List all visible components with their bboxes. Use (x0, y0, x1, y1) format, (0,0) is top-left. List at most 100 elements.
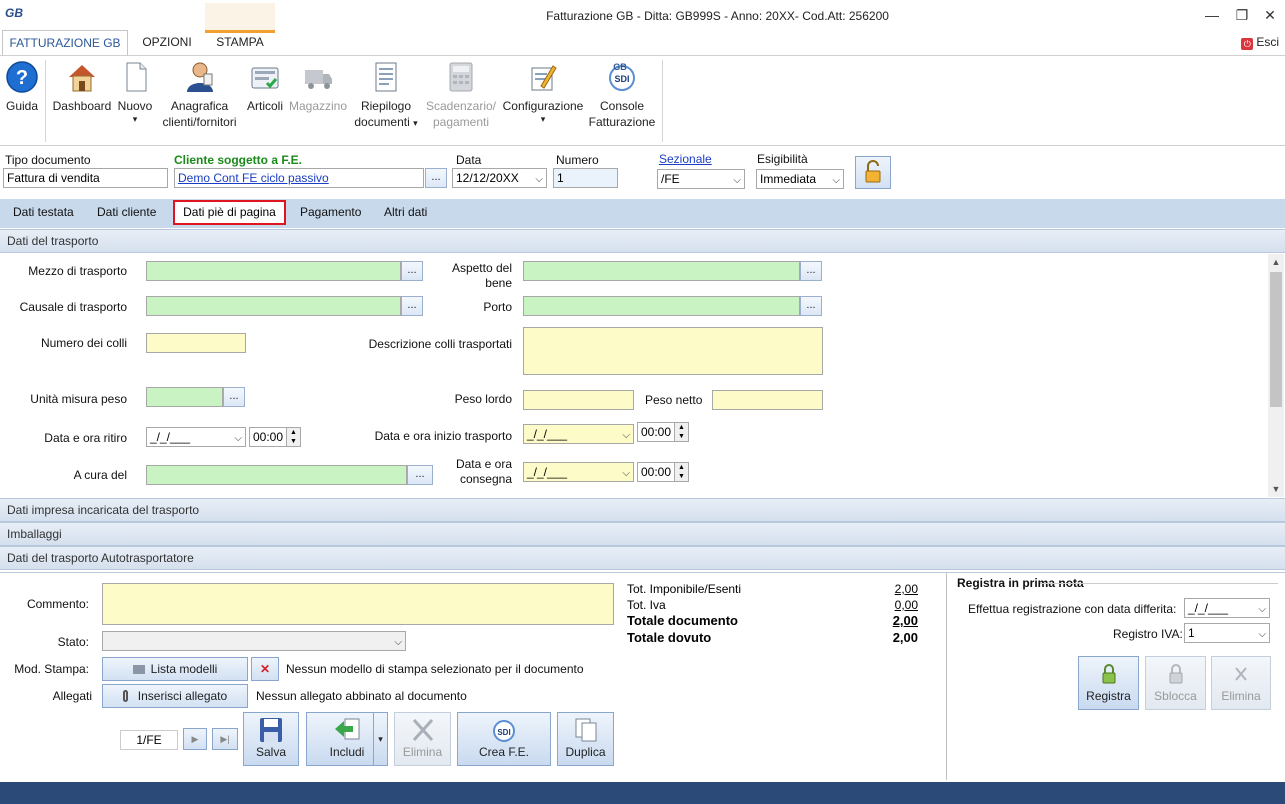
data-inizio-value: _/_/___ (527, 427, 568, 441)
salva-button[interactable]: Salva (243, 712, 299, 766)
totale-documento-label: Totale documento (627, 613, 738, 628)
crea-fe-button[interactable]: SDI Crea F.E. (457, 712, 551, 766)
mezzo-label: Mezzo di trasporto (28, 264, 127, 278)
articoli-button[interactable]: Articoli (243, 60, 287, 114)
spin-up-icon[interactable]: ▲ (675, 463, 688, 472)
next-record-button[interactable]: ▶ (183, 728, 207, 750)
section-dati-trasporto[interactable]: Dati del trasporto (0, 229, 1285, 253)
registra-button[interactable]: Registra (1078, 656, 1139, 710)
magazzino-button[interactable]: Magazzino (287, 60, 349, 114)
ora-inizio-field[interactable]: 00:00 ▲ ▼ (637, 422, 689, 442)
ora-inizio-value: 00:00 (641, 425, 672, 439)
tab-dati-pie-di-pagina[interactable]: Dati piè di pagina (173, 200, 286, 225)
unita-peso-lookup-button[interactable]: ... (223, 387, 245, 407)
scroll-up-icon[interactable]: ▲ (1268, 254, 1284, 270)
dashboard-button[interactable]: Dashboard (51, 60, 113, 114)
tipo-documento-field[interactable]: Fattura di vendita (3, 168, 168, 188)
tab-altri-dati[interactable]: Altri dati (384, 205, 427, 219)
tipo-documento-label: Tipo documento (5, 153, 91, 167)
elimina-registrazione-button[interactable]: Elimina (1211, 656, 1271, 710)
ora-ritiro-field[interactable]: 00:00 ▲ ▼ (249, 427, 301, 447)
configurazione-button[interactable]: Configurazione ▾ (500, 60, 586, 124)
restore-button[interactable]: ❐ (1227, 4, 1257, 26)
lista-modelli-label: Lista modelli (150, 662, 218, 676)
ora-consegna-spinner[interactable]: ▲ ▼ (674, 463, 688, 481)
ora-inizio-spinner[interactable]: ▲ ▼ (674, 423, 688, 441)
inserisci-allegato-button[interactable]: Inserisci allegato (102, 684, 248, 708)
peso-lordo-field[interactable] (523, 390, 634, 410)
scroll-down-icon[interactable]: ▼ (1268, 481, 1284, 497)
data-consegna-field[interactable]: _/_/___ ⌵ (523, 462, 634, 482)
porto-lookup-button[interactable]: ... (800, 296, 822, 316)
tab-dati-testata[interactable]: Dati testata (13, 205, 74, 219)
spin-up-icon[interactable]: ▲ (287, 428, 300, 437)
data-field[interactable]: 12/12/20XX ⌵ (452, 168, 547, 188)
stato-select[interactable]: ⌵ (102, 631, 406, 651)
peso-netto-field[interactable] (712, 390, 823, 410)
sblocca-label: Sblocca (1154, 689, 1197, 703)
transport-scrollbar[interactable]: ▲ ▼ (1268, 254, 1284, 497)
tab-dati-cliente[interactable]: Dati cliente (97, 205, 156, 219)
minimize-button[interactable]: — (1197, 4, 1227, 26)
spin-down-icon[interactable]: ▼ (675, 432, 688, 441)
guida-button[interactable]: ? Guida (3, 60, 41, 114)
spin-up-icon[interactable]: ▲ (675, 423, 688, 432)
aspetto-field[interactable] (523, 261, 800, 281)
descrizione-colli-field[interactable] (523, 327, 823, 375)
cliente-field[interactable]: Demo Cont FE ciclo passivo (174, 168, 424, 188)
section-impresa-trasporto[interactable]: Dati impresa incaricata del trasporto (0, 498, 1285, 522)
tab-fatturazione-gb[interactable]: FATTURAZIONE GB (2, 30, 128, 55)
ora-consegna-field[interactable]: 00:00 ▲ ▼ (637, 462, 689, 482)
numero-colli-field[interactable] (146, 333, 246, 353)
commento-field[interactable] (102, 583, 614, 625)
spin-down-icon[interactable]: ▼ (287, 437, 300, 446)
data-ritiro-field[interactable]: _/_/___ ⌵ (146, 427, 246, 447)
unlock-button[interactable] (855, 156, 891, 189)
esci-button[interactable]: ⏻ Esci (1241, 35, 1279, 50)
esigibilita-select[interactable]: Immediata ⌵ (756, 169, 844, 189)
tab-pagamento[interactable]: Pagamento (300, 205, 361, 219)
mezzo-field[interactable] (146, 261, 401, 281)
sezionale-select[interactable]: /FE ⌵ (657, 169, 745, 189)
sezionale-link[interactable]: Sezionale (659, 152, 712, 166)
porto-field[interactable] (523, 296, 800, 316)
a-cura-field[interactable] (146, 465, 407, 485)
cliente-lookup-button[interactable]: ... (425, 168, 447, 188)
person-icon (184, 60, 216, 94)
peso-netto-label: Peso netto (645, 393, 703, 407)
cliente-label: Cliente soggetto a F.E. (174, 153, 303, 167)
articoli-label: Articoli (246, 99, 283, 113)
includi-dropdown-icon[interactable]: ▾ (373, 713, 387, 765)
chevron-down-icon: ⌵ (234, 433, 242, 444)
ora-ritiro-spinner[interactable]: ▲ ▼ (286, 428, 300, 446)
section-autotrasportatore[interactable]: Dati del trasporto Autotrasportatore (0, 546, 1285, 570)
salva-label: Salva (255, 745, 287, 759)
status-bar (0, 782, 1285, 804)
numero-field[interactable]: 1 (553, 168, 618, 188)
data-differita-field[interactable]: _/_/___ ⌵ (1184, 598, 1270, 618)
elimina-button[interactable]: Elimina (394, 712, 451, 766)
includi-button[interactable]: Includi ▾ (306, 712, 388, 766)
scroll-thumb[interactable] (1270, 272, 1282, 407)
causale-field[interactable] (146, 296, 401, 316)
aspetto-lookup-button[interactable]: ... (800, 261, 822, 281)
registro-iva-select[interactable]: 1 ⌵ (1184, 623, 1270, 643)
console-fatturazione-button[interactable]: SDI GB Console Fatturazione (587, 60, 657, 130)
close-button[interactable]: ✕ (1255, 4, 1285, 26)
nuovo-button[interactable]: Nuovo ▾ (114, 60, 156, 124)
scadenzario-button[interactable]: Scadenzario/ pagamenti (424, 60, 498, 130)
sblocca-button[interactable]: Sblocca (1145, 656, 1206, 710)
data-inizio-field[interactable]: _/_/___ ⌵ (523, 424, 634, 444)
record-navigator-field[interactable]: 1/FE (120, 730, 178, 750)
remove-modello-button[interactable]: ✕ (251, 657, 279, 681)
anagrafica-button[interactable]: Anagrafica clienti/fornitori (157, 60, 242, 130)
unita-peso-field[interactable] (146, 387, 223, 407)
spin-down-icon[interactable]: ▼ (675, 472, 688, 481)
tab-opzioni[interactable]: OPZIONI (135, 30, 199, 55)
tab-stampa[interactable]: STAMPA (205, 30, 275, 55)
last-record-button[interactable]: ▶| (212, 728, 238, 750)
riepilogo-button[interactable]: Riepilogo documenti ▾ (350, 60, 422, 131)
duplica-button[interactable]: Duplica (557, 712, 614, 766)
lista-modelli-button[interactable]: Lista modelli (102, 657, 248, 681)
section-imballaggi[interactable]: Imballaggi (0, 522, 1285, 546)
